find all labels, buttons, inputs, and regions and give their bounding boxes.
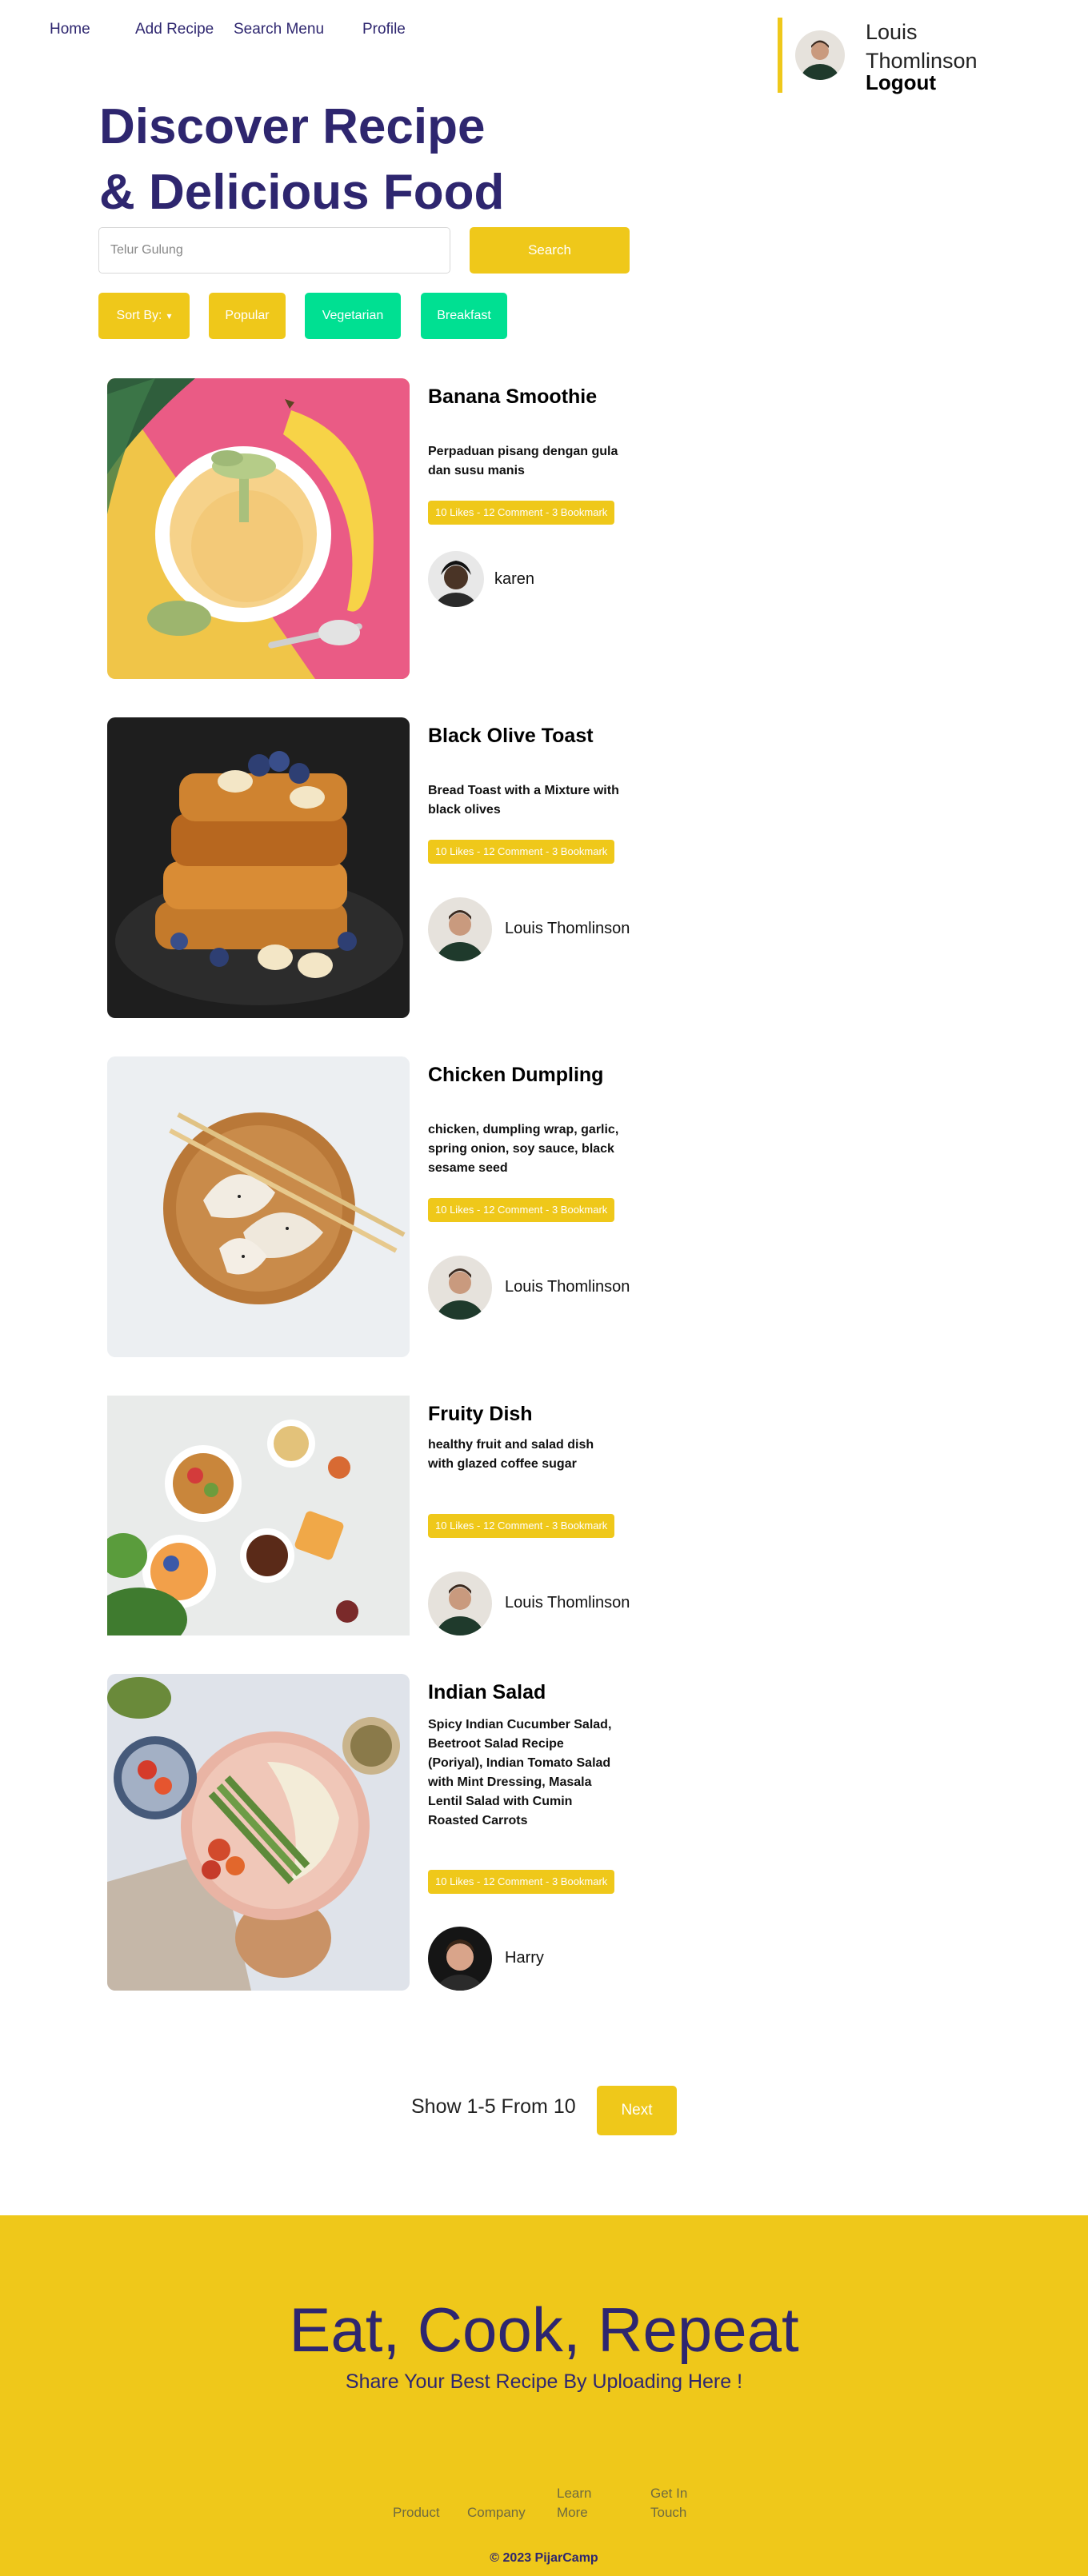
- logout-button[interactable]: Logout: [866, 70, 936, 95]
- recipe-description: chicken, dumpling wrap, garlic, spring o…: [428, 1123, 619, 1175]
- recipe-description: Perpaduan pisang dengan gula dan susu ma…: [428, 445, 618, 477]
- recipe-title[interactable]: Chicken Dumpling: [428, 1063, 612, 1087]
- recipe-title[interactable]: Black Olive Toast: [428, 724, 612, 748]
- pagination-info: Show 1-5 From 10: [411, 2095, 576, 2118]
- recipe-stats-badge: 10 Likes - 12 Comment - 3 Bookmark: [428, 840, 615, 864]
- footer-link-company[interactable]: Company: [467, 2503, 526, 2522]
- author-name: karen: [494, 570, 535, 588]
- search-input[interactable]: [98, 227, 450, 274]
- recipe-image[interactable]: [107, 378, 410, 679]
- author-avatar[interactable]: [428, 1256, 492, 1320]
- nav-search-menu-link[interactable]: Search Menu: [234, 21, 324, 38]
- recipe-image[interactable]: [107, 1396, 410, 1635]
- sort-by-select[interactable]: Sort By: ▾: [98, 293, 190, 339]
- author-name: Louis Thomlinson: [505, 1278, 630, 1296]
- author-name: Louis Thomlinson: [505, 920, 630, 937]
- recipe-title[interactable]: Banana Smoothie: [428, 385, 612, 409]
- user-profile-box: Louis Thomlinson Logout: [778, 18, 1050, 94]
- user-avatar[interactable]: [795, 30, 845, 80]
- recipe-stats-badge: 10 Likes - 12 Comment - 3 Bookmark: [428, 501, 615, 525]
- recipe-description: healthy fruit and salad dish with glazed…: [428, 1438, 594, 1471]
- footer-link-product[interactable]: Product: [393, 2503, 440, 2522]
- footer-title: Eat, Cook, Repeat: [289, 2294, 799, 2365]
- recipe-card[interactable]: Black Olive Toast Bread Toast with a Mix…: [107, 717, 667, 1018]
- recipe-card[interactable]: Banana Smoothie Perpaduan pisang dengan …: [107, 378, 667, 679]
- recipe-card[interactable]: Chicken Dumpling chicken, dumpling wrap,…: [107, 1056, 667, 1357]
- footer-subtitle: Share Your Best Recipe By Uploading Here…: [345, 2370, 743, 2393]
- footer-link-learn-more[interactable]: Learn More: [557, 2484, 597, 2522]
- chevron-down-icon: ▾: [166, 310, 172, 322]
- nav-add-recipe-link[interactable]: Add Recipe: [135, 21, 214, 38]
- filter-popular-button[interactable]: Popular: [209, 293, 286, 339]
- search-button[interactable]: Search: [470, 227, 630, 274]
- nav-home-link[interactable]: Home: [50, 21, 90, 38]
- author-avatar[interactable]: [428, 551, 484, 607]
- user-name: Louis Thomlinson: [866, 20, 978, 73]
- recipe-title[interactable]: Fruity Dish: [428, 1402, 612, 1426]
- profile-accent-bar: [778, 18, 782, 93]
- page-title-line-1: Discover Recipe: [99, 99, 486, 154]
- sort-by-label: Sort By:: [116, 309, 162, 322]
- recipe-description: Bread Toast with a Mixture with black ol…: [428, 784, 619, 817]
- footer-link-get-in-touch[interactable]: Get In Touch: [650, 2484, 698, 2522]
- recipe-description: Spicy Indian Cucumber Salad, Beetroot Sa…: [428, 1718, 612, 1827]
- page-title-line-2: & Delicious Food: [99, 165, 505, 220]
- recipe-card[interactable]: Indian Salad Spicy Indian Cucumber Salad…: [107, 1674, 667, 1991]
- recipe-image[interactable]: [107, 717, 410, 1018]
- next-page-button[interactable]: Next: [597, 2086, 677, 2135]
- author-avatar[interactable]: [428, 897, 492, 961]
- recipe-image[interactable]: [107, 1056, 410, 1357]
- recipe-stats-badge: 10 Likes - 12 Comment - 3 Bookmark: [428, 1198, 615, 1222]
- author-avatar[interactable]: [428, 1572, 492, 1635]
- recipe-stats-badge: 10 Likes - 12 Comment - 3 Bookmark: [428, 1514, 615, 1538]
- footer-copyright: © 2023 PijarCamp: [490, 2551, 598, 2565]
- recipe-stats-badge: 10 Likes - 12 Comment - 3 Bookmark: [428, 1870, 615, 1894]
- author-name: Louis Thomlinson: [505, 1594, 630, 1611]
- nav-profile-link[interactable]: Profile: [362, 21, 406, 38]
- page-title: Discover Recipe & Delicious Food: [99, 94, 579, 226]
- recipe-card[interactable]: Fruity Dish healthy fruit and salad dish…: [107, 1396, 667, 1635]
- filter-breakfast-button[interactable]: Breakfast: [421, 293, 507, 339]
- author-avatar[interactable]: [428, 1927, 492, 1991]
- footer: Eat, Cook, Repeat Share Your Best Recipe…: [0, 2215, 1088, 2576]
- top-navbar: Home Add Recipe Search Menu Profile Loui…: [0, 0, 1088, 96]
- recipe-title[interactable]: Indian Salad: [428, 1680, 612, 1704]
- filter-vegetarian-button[interactable]: Vegetarian: [305, 293, 401, 339]
- recipe-image[interactable]: [107, 1674, 410, 1991]
- author-name: Harry: [505, 1949, 544, 1967]
